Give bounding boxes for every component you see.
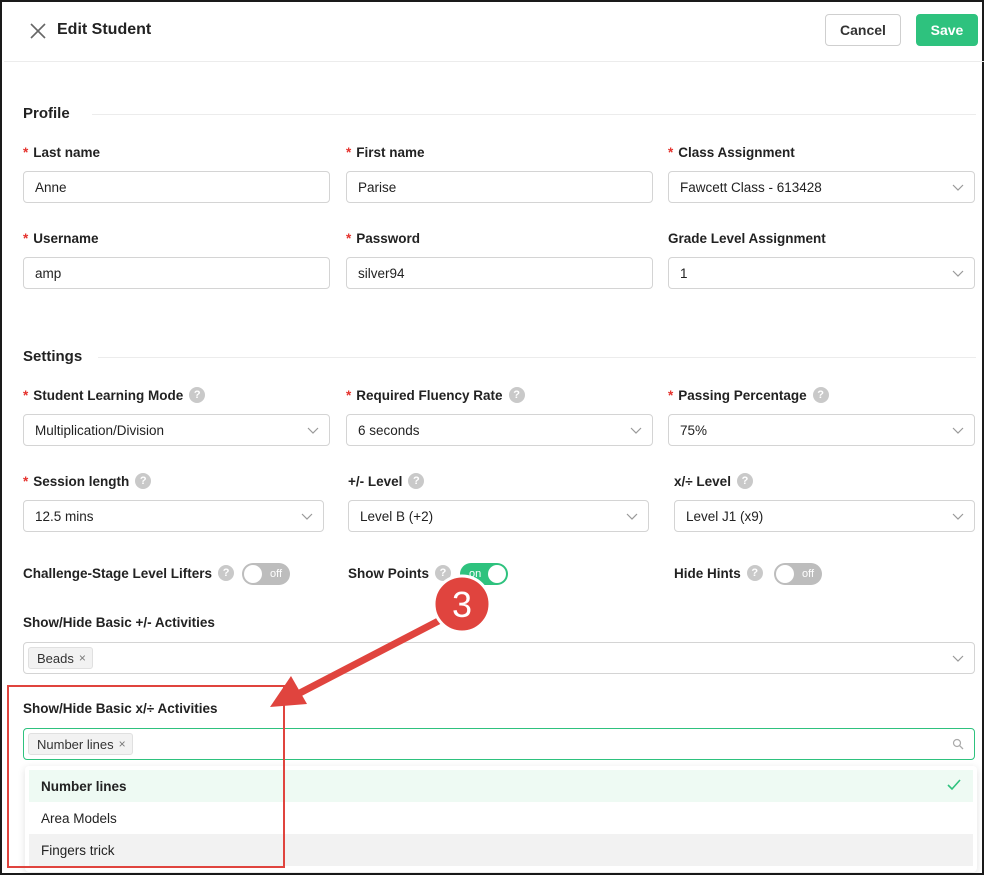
toggle-knob bbox=[488, 565, 506, 583]
dropdown-option[interactable]: Number lines bbox=[29, 770, 973, 802]
help-icon[interactable]: ? bbox=[408, 473, 425, 489]
class-assignment-value: Fawcett Class - 613428 bbox=[680, 179, 822, 195]
dropdown-option[interactable]: Fingers trick bbox=[29, 834, 973, 866]
help-icon[interactable]: ? bbox=[189, 387, 206, 403]
grade-level-select[interactable]: 1 bbox=[668, 257, 975, 289]
profile-divider bbox=[92, 114, 976, 115]
session-length-label: * Session length? bbox=[23, 473, 152, 489]
chevron-down-icon bbox=[952, 513, 964, 520]
learning-mode-label: * Student Learning Mode? bbox=[23, 387, 206, 403]
first-name-label: * First name bbox=[346, 145, 425, 160]
password-input[interactable] bbox=[358, 265, 652, 281]
save-button[interactable]: Save bbox=[916, 14, 978, 46]
basic-times-div-multiselect[interactable] bbox=[23, 728, 975, 760]
password-label: * Password bbox=[346, 231, 421, 246]
show-points-toggle[interactable]: on bbox=[460, 563, 508, 585]
passing-percentage-label: * Passing Percentage? bbox=[668, 387, 829, 403]
search-icon bbox=[952, 738, 964, 750]
class-assignment-select[interactable]: Fawcett Class - 613428 bbox=[668, 171, 975, 203]
help-icon[interactable]: ? bbox=[736, 473, 753, 489]
page-title: Edit Student bbox=[57, 21, 152, 38]
show-points-label: Show Points? bbox=[348, 565, 451, 581]
toggle-state-text: off bbox=[269, 568, 282, 580]
chevron-down-icon bbox=[952, 270, 964, 277]
help-icon[interactable]: ? bbox=[746, 565, 763, 581]
toggle-state-text: off bbox=[801, 568, 814, 580]
help-icon[interactable]: ? bbox=[218, 565, 235, 581]
option-label: Number lines bbox=[41, 778, 127, 794]
help-icon[interactable]: ? bbox=[812, 387, 829, 403]
plus-minus-level-value: Level B (+2) bbox=[360, 508, 434, 524]
chevron-down-icon bbox=[630, 427, 642, 434]
chevron-down-icon bbox=[952, 655, 964, 662]
tag-label: Beads bbox=[37, 650, 74, 666]
basic-plus-minus-label: Show/Hide Basic +/- Activities bbox=[23, 615, 215, 630]
chevron-down-icon bbox=[307, 427, 319, 434]
last-name-field[interactable] bbox=[23, 171, 330, 203]
times-div-level-label: x/÷ Level? bbox=[674, 473, 753, 489]
settings-section-title: Settings bbox=[23, 348, 83, 365]
tag-label: Number lines bbox=[37, 736, 114, 752]
cancel-button[interactable]: Cancel bbox=[825, 14, 901, 46]
settings-divider bbox=[98, 357, 976, 358]
toggle-knob bbox=[244, 565, 262, 583]
level-lifters-toggle[interactable]: off bbox=[242, 563, 290, 585]
option-label: Area Models bbox=[41, 810, 117, 826]
passing-percentage-value: 75% bbox=[680, 422, 708, 438]
last-name-label: * Last name bbox=[23, 145, 101, 160]
edit-student-panel: Edit Student Cancel Save Profile * Last n… bbox=[0, 0, 984, 875]
tag-remove-icon[interactable]: × bbox=[79, 651, 86, 665]
password-field[interactable] bbox=[346, 257, 653, 289]
basic-plus-minus-multiselect[interactable] bbox=[23, 642, 975, 674]
session-length-select[interactable]: 12.5 mins bbox=[23, 500, 324, 532]
chevron-down-icon bbox=[952, 184, 964, 191]
tag-remove-icon[interactable]: × bbox=[119, 737, 126, 751]
times-div-level-value: Level J1 (x9) bbox=[686, 508, 764, 524]
chevron-down-icon bbox=[626, 513, 638, 520]
activity-tag: Beads × bbox=[28, 647, 93, 669]
first-name-input[interactable] bbox=[358, 179, 652, 195]
chevron-down-icon bbox=[952, 427, 964, 434]
basic-times-div-label: Show/Hide Basic x/÷ Activities bbox=[23, 701, 218, 716]
profile-section-title: Profile bbox=[23, 105, 70, 122]
username-input[interactable] bbox=[35, 265, 329, 281]
learning-mode-select[interactable]: Multiplication/Division bbox=[23, 414, 330, 446]
activities-dropdown: Number lines Area Models Fingers trick bbox=[25, 766, 977, 872]
toggle-knob bbox=[776, 565, 794, 583]
help-icon[interactable]: ? bbox=[135, 473, 152, 489]
dropdown-option[interactable]: Area Models bbox=[29, 802, 973, 834]
plus-minus-level-select[interactable]: Level B (+2) bbox=[348, 500, 649, 532]
help-icon[interactable]: ? bbox=[435, 565, 451, 581]
option-label: Fingers trick bbox=[41, 842, 115, 858]
class-assignment-label: * Class Assignment bbox=[668, 145, 795, 160]
toggle-state-text: on bbox=[469, 568, 482, 580]
learning-mode-value: Multiplication/Division bbox=[35, 422, 165, 438]
help-icon[interactable]: ? bbox=[508, 387, 525, 403]
passing-percentage-select[interactable]: 75% bbox=[668, 414, 975, 446]
username-field[interactable] bbox=[23, 257, 330, 289]
first-name-field[interactable] bbox=[346, 171, 653, 203]
grade-level-label: Grade Level Assignment bbox=[668, 231, 826, 246]
times-div-level-select[interactable]: Level J1 (x9) bbox=[674, 500, 975, 532]
panel-header: Edit Student Cancel Save bbox=[4, 4, 984, 62]
fluency-rate-value: 6 seconds bbox=[358, 422, 420, 438]
fluency-rate-select[interactable]: 6 seconds bbox=[346, 414, 653, 446]
fluency-rate-label: * Required Fluency Rate? bbox=[346, 387, 525, 403]
username-label: * Username bbox=[23, 231, 99, 246]
last-name-input[interactable] bbox=[35, 179, 329, 195]
checkmark-icon bbox=[947, 779, 961, 791]
chevron-down-icon bbox=[301, 513, 313, 520]
activity-tag: Number lines × bbox=[28, 733, 133, 755]
close-icon[interactable] bbox=[28, 21, 48, 41]
level-lifters-label: Challenge-Stage Level Lifters? bbox=[23, 565, 235, 581]
grade-level-value: 1 bbox=[680, 265, 688, 281]
hide-hints-toggle[interactable]: off bbox=[774, 563, 822, 585]
plus-minus-level-label: +/- Level? bbox=[348, 473, 425, 489]
hide-hints-label: Hide Hints? bbox=[674, 565, 763, 581]
session-length-value: 12.5 mins bbox=[35, 508, 94, 524]
